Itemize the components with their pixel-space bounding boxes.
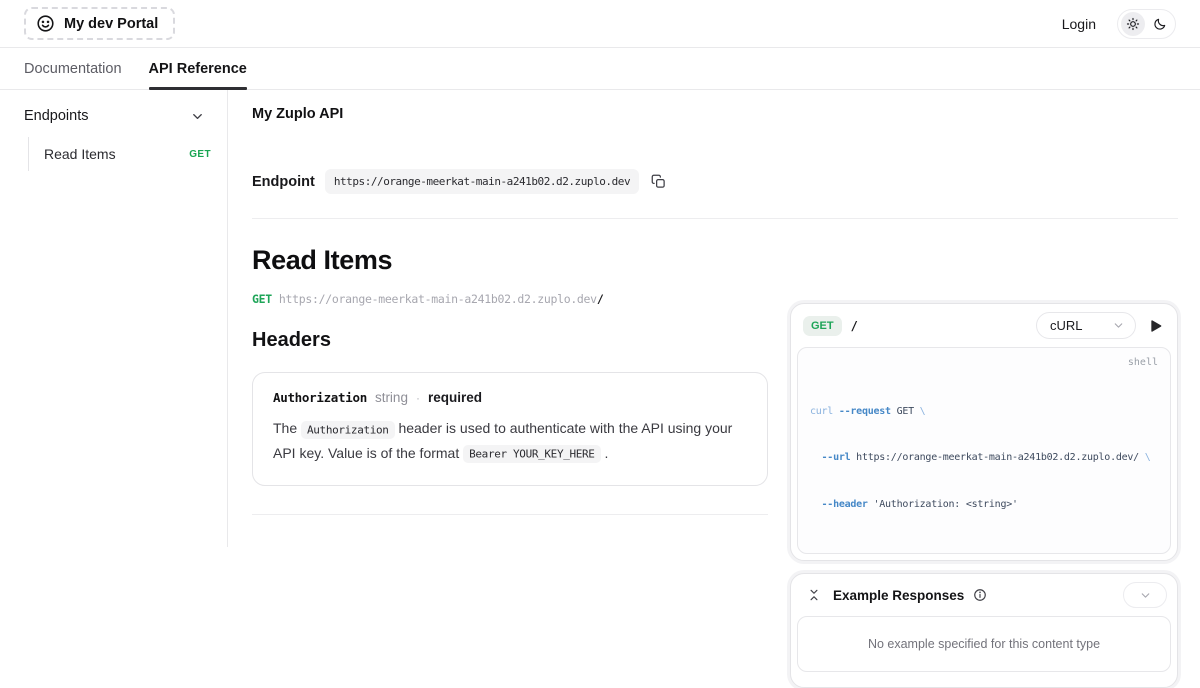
param-description: The Authorization header is used to auth… [273, 416, 747, 466]
content-columns: Read Items GET https://orange-meerkat-mai… [252, 219, 1178, 688]
article-divider [252, 513, 768, 515]
request-method-badge: GET [803, 315, 842, 336]
param-separator: · [415, 390, 420, 405]
sun-icon [1126, 17, 1140, 31]
page-layout: Endpoints Read Items GET My Zuplo API En… [0, 90, 1200, 688]
code-line: --url https://orange-meerkat-main-a241b0… [810, 452, 1151, 463]
example-responses-card: Example Responses No example specified f… [790, 573, 1178, 688]
operation-article: Read Items GET https://orange-meerkat-mai… [252, 219, 768, 688]
param-card-authorization: Authorization string · required The Auth… [252, 372, 768, 486]
play-icon [1148, 318, 1164, 334]
operation-title: Read Items [252, 245, 393, 275]
operation-base-url: https://orange-meerkat-main-a241b02.d2.z… [278, 292, 597, 306]
main-tabbar: Documentation API Reference [0, 48, 1200, 90]
smiley-icon [36, 14, 55, 33]
code-line: --header 'Authorization: <string>' [810, 498, 1018, 510]
chevron-down-icon [1139, 589, 1152, 602]
tab-documentation[interactable]: Documentation [24, 48, 122, 89]
theme-toggle [1117, 8, 1176, 39]
endpoint-url-chip[interactable]: https://orange-meerkat-main-a241b02.d2.z… [324, 169, 640, 194]
example-responses-header: Example Responses [791, 574, 1177, 616]
chevron-down-icon [190, 109, 205, 124]
copy-icon [651, 174, 666, 189]
endpoint-label: Endpoint [252, 173, 315, 190]
portal-logo[interactable]: My dev Portal [24, 7, 176, 40]
desc-text: . [604, 444, 609, 461]
collapse-vertical-icon [807, 588, 821, 602]
copy-endpoint-button[interactable] [649, 172, 668, 191]
code-line: curl --request GET \ [810, 405, 926, 417]
inline-code-bearer: Bearer YOUR_KEY_HERE [463, 445, 601, 464]
info-icon[interactable] [973, 588, 987, 602]
api-title: My Zuplo API [252, 106, 344, 122]
language-select[interactable]: cURL [1036, 312, 1136, 339]
sidebar-items: Read Items GET [28, 137, 227, 171]
desc-text: The [273, 420, 298, 436]
chevron-down-icon [1112, 319, 1125, 332]
login-button[interactable]: Login [1056, 15, 1102, 33]
playground-column: GET / cURL shell curl --request GET \ --… [790, 303, 1178, 688]
sidebar-item-read-items[interactable]: Read Items GET [29, 137, 227, 171]
topbar: My dev Portal Login [0, 0, 1200, 48]
empty-response-message: No example specified for this content ty… [797, 616, 1171, 672]
sidebar-section-label: Endpoints [24, 108, 89, 124]
request-card-header: GET / cURL [791, 304, 1177, 347]
method-badge: GET [189, 148, 211, 160]
tab-api-reference[interactable]: API Reference [148, 48, 248, 90]
dark-mode-button[interactable] [1148, 12, 1172, 36]
param-type: string [374, 390, 408, 405]
moon-icon [1153, 17, 1167, 31]
responses-dropdown-button[interactable] [1123, 582, 1167, 608]
inline-code-authorization: Authorization [301, 420, 395, 439]
endpoint-row: Endpoint https://orange-meerkat-main-a24… [252, 169, 1178, 194]
topbar-actions: Login [1056, 8, 1176, 39]
sidebar: Endpoints Read Items GET [0, 90, 228, 547]
operation-endpoint-line: GET https://orange-meerkat-main-a241b02.d… [252, 292, 768, 306]
headers-section-title: Headers [252, 329, 331, 351]
request-card: GET / cURL shell curl --request GET \ --… [790, 303, 1178, 561]
collapse-button[interactable] [804, 586, 824, 604]
operation-method: GET [252, 292, 272, 306]
request-path: / [850, 318, 858, 333]
run-request-button[interactable] [1145, 316, 1167, 336]
param-name: Authorization [273, 390, 367, 405]
example-responses-title: Example Responses [833, 587, 965, 603]
light-mode-button[interactable] [1121, 11, 1145, 36]
param-required-label: required [427, 390, 482, 405]
main-content: My Zuplo API Endpoint https://orange-mee… [228, 90, 1200, 688]
language-select-value: cURL [1050, 318, 1083, 333]
operation-path: / [596, 292, 604, 306]
curl-code-block[interactable]: shell curl --request GET \ --url https:/… [797, 347, 1171, 554]
sidebar-section-endpoints[interactable]: Endpoints [0, 108, 227, 124]
portal-title: My dev Portal [64, 15, 159, 32]
param-header: Authorization string · required [273, 390, 747, 405]
code-language-label: shell [1127, 357, 1158, 368]
sidebar-item-label: Read Items [44, 146, 116, 162]
